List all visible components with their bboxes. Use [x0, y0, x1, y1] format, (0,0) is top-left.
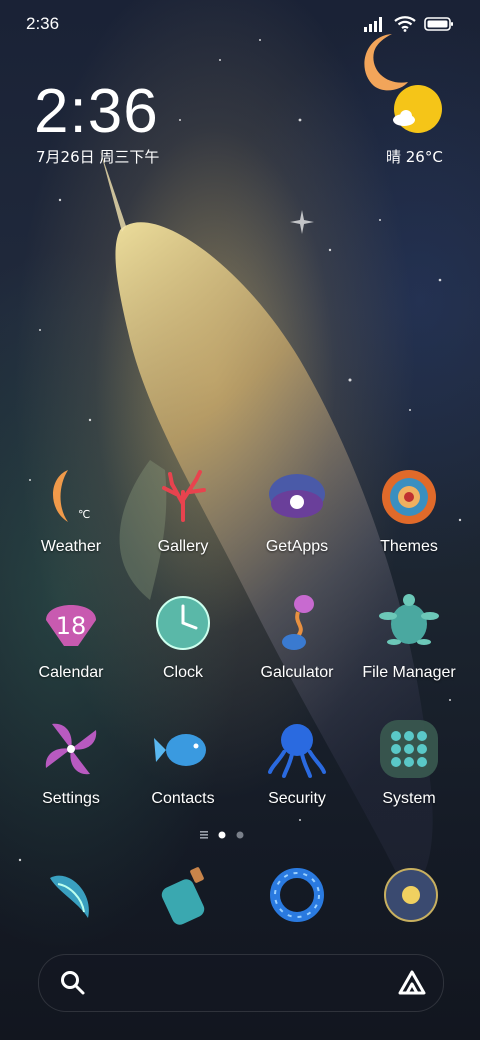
app-label: System [382, 790, 436, 807]
bottle-icon [161, 867, 205, 925]
app-label: Galculator [260, 664, 334, 681]
app-getapps[interactable]: GetApps [242, 464, 352, 574]
app-system[interactable]: System [354, 716, 464, 826]
shell-pearl-icon [264, 464, 330, 530]
app-themes[interactable]: Themes [354, 464, 464, 574]
octopus-icon [264, 716, 330, 782]
assistant-icon[interactable] [397, 969, 427, 997]
sunny-weather-icon [393, 85, 442, 133]
app-calculator[interactable]: Galculator [242, 590, 352, 700]
app-contacts[interactable]: Contacts [128, 716, 238, 826]
app-label: File Manager [362, 664, 456, 681]
app-security[interactable]: Security [242, 716, 352, 826]
page-list-icon [200, 831, 208, 839]
coral-icon [150, 464, 216, 530]
scallop-calendar-icon: 18 [38, 590, 104, 656]
orb-icon [384, 868, 438, 922]
app-clock[interactable]: Clock [128, 590, 238, 700]
search-icon [61, 971, 85, 995]
app-label: Gallery [157, 538, 209, 555]
clock-widget-date: 7月26日 周三下午 [36, 148, 160, 166]
turtle-icon [376, 590, 442, 656]
app-label: Security [268, 790, 326, 807]
app-weather[interactable]: ℃ Weather [16, 464, 126, 574]
dock-app-4[interactable] [378, 862, 444, 928]
calendar-day: 18 [56, 612, 87, 640]
app-label: Calendar [38, 664, 104, 681]
bubble-grid-icon [376, 716, 442, 782]
page-dot [236, 831, 244, 839]
hourglass-icon [264, 590, 330, 656]
app-label: Contacts [151, 790, 215, 807]
app-label: Clock [162, 664, 203, 681]
fish-icon [150, 716, 216, 782]
page-dot-active [218, 831, 226, 839]
dock-app-1[interactable] [38, 862, 104, 928]
spiral-shell-icon [376, 464, 442, 530]
svg-text:℃: ℃ [78, 508, 90, 521]
ring-icon [270, 868, 324, 922]
moon-weather-icon: ℃ [38, 464, 104, 530]
bubble-clock-icon [150, 590, 216, 656]
weather-summary: 晴 26°C [386, 148, 443, 166]
page-indicator[interactable] [0, 828, 480, 842]
app-label: Themes [380, 538, 438, 555]
app-label: Settings [42, 790, 100, 807]
pinwheel-icon [38, 716, 104, 782]
dock-app-2[interactable] [152, 862, 218, 928]
app-gallery[interactable]: Gallery [128, 464, 238, 574]
app-label: GetApps [265, 538, 329, 555]
app-file-manager[interactable]: File Manager [354, 590, 464, 700]
clock-widget-time: 2:36 [34, 77, 159, 146]
battery-icon [424, 17, 453, 31]
app-label: Weather [40, 538, 102, 555]
dock-app-3[interactable] [264, 862, 330, 928]
status-time: 2:36 [26, 14, 60, 33]
conch-icon [50, 875, 89, 918]
search-bar[interactable] [38, 954, 444, 1012]
app-calendar[interactable]: 18 Calendar [16, 590, 126, 700]
app-settings[interactable]: Settings [16, 716, 126, 826]
